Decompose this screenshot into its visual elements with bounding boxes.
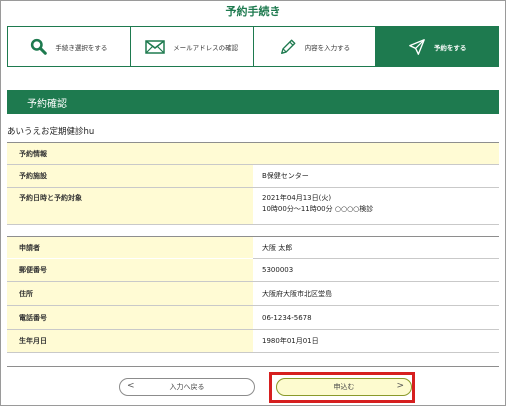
table-row: 予約情報 [7, 142, 499, 165]
name-value: 大阪 太郎 [253, 236, 499, 259]
step-confirm-email: メールアドレスの確認 [130, 27, 254, 66]
table-row: 郵便番号 5300003 [7, 258, 499, 282]
section-title: 予約確認 [27, 98, 67, 110]
datetime-value: 2021年04月13日(火) 10時00分～11時00分 ○○○○検診 [253, 187, 499, 225]
exam-name: あいうえお定期健診hu [7, 127, 95, 137]
birth-label: 生年月日 [7, 329, 253, 353]
table-row: 予約日時と予約対象 2021年04月13日(火) 10時00分～11時00分 ○… [7, 187, 499, 225]
phone-value: 06-1234-5678 [253, 305, 499, 330]
back-to-input-button[interactable]: < 入力へ戻る [119, 378, 255, 396]
birth-value: 1980年01月01日 [253, 329, 499, 353]
facility-value: B保健センター [253, 164, 499, 188]
phone-label: 電話番号 [7, 305, 253, 330]
step-label: メールアドレスの確認 [173, 43, 239, 52]
search-icon [30, 38, 48, 55]
table-row: 生年月日 1980年01月01日 [7, 329, 499, 353]
name-label: 申請者 [7, 236, 253, 259]
reservation-info-heading: 予約情報 [7, 142, 499, 165]
step-label: 予約をする [433, 43, 467, 52]
datetime-label: 予約日時と予約対象 [7, 187, 253, 225]
table-row: 電話番号 06-1234-5678 [7, 305, 499, 330]
step-reserve: 予約をする [376, 27, 498, 66]
address-value: 大阪府大阪市北区堂島 [253, 281, 499, 306]
back-button-label: 入力へ戻る [169, 383, 205, 391]
divider [7, 366, 499, 367]
step-label: 手続き選択をする [55, 43, 108, 52]
mail-icon [145, 39, 165, 54]
section-header: 予約確認 [7, 90, 499, 114]
facility-label: 予約施設 [7, 164, 253, 188]
table-row: 住所 大阪府大阪市北区堂島 [7, 281, 499, 306]
step-select-procedure: 手続き選択をする [8, 27, 131, 66]
chevron-left-icon: < [127, 381, 135, 391]
confirmation-table: 予約情報 予約施設 B保健センター 予約日時と予約対象 2021年04月13日(… [7, 142, 499, 353]
address-label: 住所 [7, 281, 253, 306]
send-icon [408, 38, 426, 56]
step-enter-details: 内容を入力する [253, 27, 377, 66]
step-label: 内容を入力する [304, 43, 351, 52]
page-title: 予約手続き [225, 5, 281, 18]
table-row: 予約施設 B保健センター [7, 164, 499, 188]
postal-label: 郵便番号 [7, 258, 253, 282]
highlight-box [269, 372, 415, 403]
time-value: 10時00分～11時00分 ○○○○検診 [262, 205, 374, 213]
table-row: 申請者 大阪 太郎 [7, 236, 499, 259]
date-value: 2021年04月13日(火) [262, 194, 332, 202]
pencil-icon [279, 38, 297, 56]
progress-steps: 手続き選択をする メールアドレスの確認 内容を入力する 予約をする [7, 26, 499, 67]
postal-value: 5300003 [253, 258, 499, 282]
table-spacer [7, 224, 499, 237]
